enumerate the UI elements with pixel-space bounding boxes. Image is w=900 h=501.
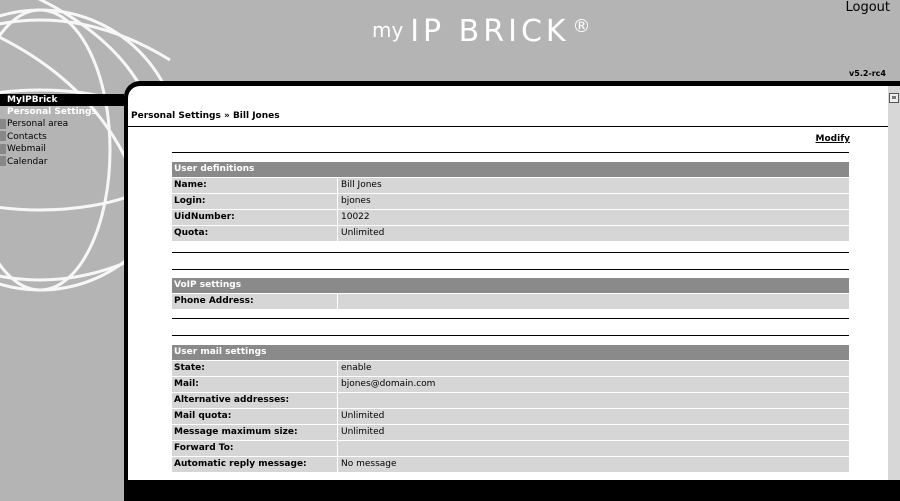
modify-link[interactable]: Modify (816, 134, 850, 144)
table-row: Forward To: (172, 441, 849, 457)
row-value (338, 441, 849, 456)
section-header: User mail settings (172, 345, 849, 361)
row-value: bjones (338, 194, 849, 209)
sidebar-item-label: Personal area (7, 119, 69, 129)
table-row: Mail quota: Unlimited (172, 409, 849, 425)
row-value: Unlimited (338, 409, 849, 424)
row-value: Bill Jones (338, 178, 849, 193)
row-label: Message maximum size: (172, 425, 338, 440)
sidebar-item-label: Calendar (7, 156, 48, 167)
sidebar-section-personal-settings[interactable]: Personal Settings (0, 106, 124, 118)
table-row: Alternative addresses: (172, 393, 849, 409)
sidebar-item-label: Contacts (7, 131, 47, 142)
divider (172, 335, 849, 336)
bullet-icon (0, 118, 6, 129)
row-label: State: (172, 361, 338, 376)
row-value: enable (338, 361, 849, 376)
row-label: Automatic reply message: (172, 457, 338, 472)
sidebar-item-webmail[interactable]: Webmail (0, 143, 124, 156)
main-content: Personal Settings » Bill Jones Modify Us… (128, 86, 888, 480)
section-header: User definitions (172, 162, 849, 178)
user-mail-settings-section: User mail settings State: enable Mail: bjo… (172, 345, 849, 473)
row-value (338, 294, 849, 309)
section-header: VoIP settings (172, 278, 849, 294)
divider (172, 252, 849, 253)
table-row: Message maximum size: Unlimited (172, 425, 849, 441)
voip-settings-section: VoIP settings Phone Address: (172, 278, 849, 310)
sidebar-item-personal-area[interactable]: Personal area (0, 118, 124, 131)
row-label: Mail quota: (172, 409, 338, 424)
row-label: Phone Address: (172, 294, 338, 309)
sidebar-item-calendar[interactable]: Calendar (0, 156, 124, 169)
ipbrick-logo: my IP BRICK ® (372, 14, 590, 49)
row-label: Forward To: (172, 441, 338, 456)
row-label: Alternative addresses: (172, 393, 338, 408)
logo-registered-mark: ® (572, 16, 591, 37)
sidebar-item-contacts[interactable]: Contacts (0, 131, 124, 144)
table-row: Login: bjones (172, 194, 849, 210)
row-label: UidNumber: (172, 210, 338, 225)
bullet-icon (0, 156, 6, 166)
logo-brand: IP BRICK (410, 14, 570, 49)
row-value: Unlimited (338, 425, 849, 440)
row-value: bjones@domain.com (338, 377, 849, 392)
sidebar-title[interactable]: MyIPBrick (0, 94, 124, 106)
divider (172, 152, 849, 153)
page-title: Personal Settings » Bill Jones (131, 111, 280, 121)
row-label: Quota: (172, 226, 338, 241)
logout-link[interactable]: Logout (845, 0, 890, 15)
logo-prefix: my (372, 18, 404, 42)
bullet-icon (0, 143, 6, 154)
row-label: Login: (172, 194, 338, 209)
row-value: 10022 (338, 210, 849, 225)
sidebar-item-label: Webmail (7, 144, 46, 154)
table-row: Name: Bill Jones (172, 178, 849, 194)
vertical-scrollbar[interactable] (888, 86, 900, 480)
row-label: Name: (172, 178, 338, 193)
version-label: v5.2-rc4 (849, 69, 886, 78)
table-row: Quota: Unlimited (172, 226, 849, 242)
row-value: Unlimited (338, 226, 849, 241)
sidebar: MyIPBrick Personal Settings Personal are… (0, 94, 124, 168)
divider (172, 318, 849, 319)
table-row: Mail: bjones@domain.com (172, 377, 849, 393)
divider (172, 269, 849, 270)
table-row: UidNumber: 10022 (172, 210, 849, 226)
row-value: No message (338, 457, 849, 472)
table-row: Automatic reply message: No message (172, 457, 849, 473)
table-row: State: enable (172, 361, 849, 377)
row-label: Mail: (172, 377, 338, 392)
table-row: Phone Address: (172, 294, 849, 310)
bullet-icon (0, 131, 6, 141)
user-definitions-section: User definitions Name: Bill Jones Login: b… (172, 162, 849, 242)
scroll-up-icon[interactable] (889, 93, 899, 103)
row-value (338, 393, 849, 408)
title-divider (128, 126, 888, 127)
